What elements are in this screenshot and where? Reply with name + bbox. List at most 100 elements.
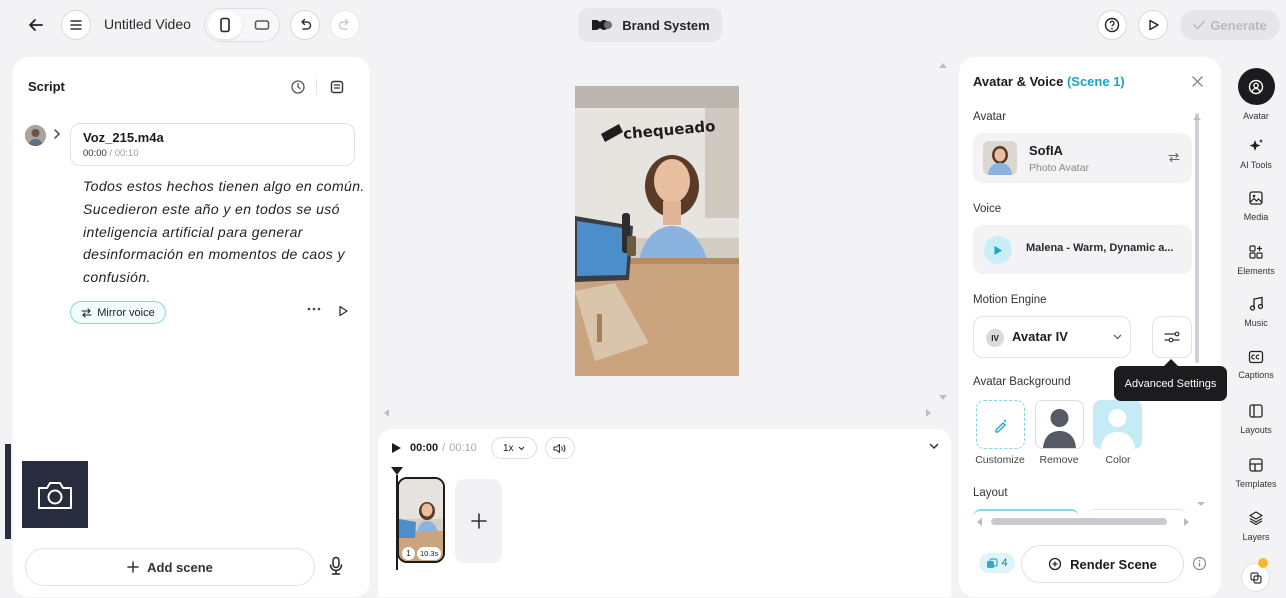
avatar-card[interactable]: SofIA Photo Avatar <box>973 133 1192 183</box>
swap-avatar-icon[interactable] <box>1168 152 1180 163</box>
toolbar-music[interactable]: Music <box>1227 296 1285 328</box>
preview-button[interactable] <box>1138 10 1168 40</box>
device-toggle[interactable] <box>204 8 280 42</box>
avatar-background-label: Avatar Background <box>973 376 1071 388</box>
playback-speed-select[interactable]: 1x <box>490 437 537 459</box>
render-scene-button[interactable]: Render Scene <box>1021 545 1184 583</box>
color-background-option[interactable] <box>1093 400 1142 449</box>
scroll-up-icon[interactable] <box>939 62 947 68</box>
speed-value: 1x <box>502 442 514 454</box>
layout-option-selected[interactable] <box>973 509 1079 517</box>
mirror-voice-button[interactable]: Mirror voice <box>70 301 166 324</box>
toolbar-avatar[interactable]: Avatar <box>1227 68 1285 121</box>
help-button[interactable] <box>1097 10 1127 40</box>
advanced-settings-button[interactable] <box>1152 316 1192 358</box>
play-icon <box>1149 19 1159 31</box>
voice-play-button[interactable] <box>984 236 1012 264</box>
toolbar-media[interactable]: Media <box>1227 190 1285 222</box>
redo-icon <box>338 18 349 30</box>
landscape-toggle[interactable] <box>245 11 279 39</box>
voice-name: Malena - Warm, Dynamic a... <box>1026 242 1174 254</box>
portrait-toggle[interactable] <box>208 11 242 39</box>
toolbar-label: Captions <box>1238 370 1274 380</box>
undo-button[interactable] <box>290 10 320 40</box>
assistant-button[interactable] <box>1241 563 1270 592</box>
layout-scroll-right-icon[interactable] <box>1184 518 1189 526</box>
video-title[interactable]: Untitled Video <box>104 16 191 32</box>
video-preview[interactable]: chequeado <box>575 86 739 376</box>
brand-logo-icon <box>592 20 613 30</box>
audio-file-name: Voz_215.m4a <box>83 130 164 145</box>
audio-current-time: 00:00 <box>83 148 107 159</box>
layers-icon <box>1249 511 1263 526</box>
layout-scroll-left-icon[interactable] <box>977 518 982 526</box>
voice-card[interactable]: Malena - Warm, Dynamic a... <box>973 225 1192 274</box>
toolbar-templates[interactable]: Templates <box>1227 457 1285 489</box>
collapse-timeline-icon[interactable] <box>929 443 939 450</box>
script-notes-icon[interactable] <box>329 79 345 95</box>
motion-engine-select[interactable]: IV Avatar IV <box>973 316 1131 358</box>
layout-option[interactable] <box>1087 509 1187 517</box>
layout-scroll-down-icon[interactable] <box>1197 502 1205 507</box>
add-scene-button[interactable]: Add scene <box>25 548 315 586</box>
scroll-down-icon[interactable] <box>939 395 947 401</box>
toolbar-label: Avatar <box>1243 111 1269 121</box>
close-icon[interactable] <box>1192 76 1203 87</box>
panel-scrollbar[interactable] <box>1195 113 1199 363</box>
brand-system-button[interactable]: Brand System <box>578 8 722 42</box>
toolbar-layers[interactable]: Layers <box>1227 510 1285 542</box>
info-icon[interactable] <box>1192 556 1207 571</box>
color-caption: Color <box>1105 454 1131 466</box>
audio-time: 00:00 / 00:10 <box>83 148 139 159</box>
avatar-voice-panel: Avatar & Voice (Scene 1) Avatar SofIA Ph… <box>959 57 1221 597</box>
brush-icon <box>994 419 1006 433</box>
credits-icon <box>987 557 999 568</box>
avatar-type: Photo Avatar <box>1029 162 1089 174</box>
add-clip-button[interactable] <box>455 479 502 563</box>
volume-button[interactable] <box>544 437 575 459</box>
audio-file-card[interactable]: Voz_215.m4a 00:00 / 00:10 <box>70 123 355 166</box>
menu-button[interactable] <box>61 10 91 40</box>
portrait-icon <box>220 17 230 33</box>
scroll-left-icon[interactable] <box>383 409 389 417</box>
script-text[interactable]: Todos estos hechos tienen algo en común.… <box>83 175 365 289</box>
clip-index: 1 <box>402 547 415 560</box>
redo-button[interactable] <box>330 10 360 40</box>
avatar-name: SofIA <box>1029 143 1063 158</box>
remove-background-option[interactable] <box>1035 400 1084 449</box>
audio-duration: 00:10 <box>114 148 139 159</box>
chevron-right-icon[interactable] <box>52 128 62 140</box>
generate-button[interactable]: Generate <box>1180 10 1280 40</box>
plus-icon <box>470 513 487 529</box>
timeline-play-icon[interactable] <box>390 442 402 454</box>
speaker-avatar[interactable] <box>25 125 46 146</box>
play-line-icon[interactable] <box>337 305 349 317</box>
advanced-settings-tooltip: Advanced Settings <box>1114 366 1227 401</box>
toolbar-layouts[interactable]: Layouts <box>1227 403 1285 435</box>
sparkle-icon <box>1249 139 1263 151</box>
camera-button[interactable] <box>22 461 88 528</box>
toolbar-ai-tools[interactable]: AI Tools <box>1227 138 1285 170</box>
customize-background-option[interactable] <box>976 400 1025 449</box>
scene-clip[interactable]: 1 10.3s <box>397 477 445 563</box>
timeline-controls: 00:00 / 00:10 1x <box>390 437 575 459</box>
scroll-right-icon[interactable] <box>926 409 932 417</box>
voice-section-label: Voice <box>973 203 1002 215</box>
render-icon <box>1048 557 1062 571</box>
panel-scene: (Scene 1) <box>1066 74 1125 89</box>
menu-icon <box>70 20 82 30</box>
toolbar-elements[interactable]: Elements <box>1227 244 1285 276</box>
history-icon[interactable] <box>290 79 306 95</box>
panel-title: Avatar & Voice <box>973 74 1064 89</box>
layout-scrollbar[interactable] <box>991 518 1167 525</box>
back-arrow-icon[interactable] <box>21 10 51 40</box>
chevron-down-icon <box>1113 334 1122 340</box>
toolbar-captions[interactable]: Captions <box>1227 350 1285 380</box>
timeline-separator: / <box>442 442 446 454</box>
motion-engine-label: Motion Engine <box>973 294 1047 306</box>
scrollbar-up-icon[interactable] <box>1193 115 1201 120</box>
more-options-icon[interactable] <box>307 307 321 311</box>
microphone-icon[interactable] <box>328 556 344 576</box>
toolbar-label: AI Tools <box>1240 160 1272 170</box>
plus-icon <box>127 561 139 573</box>
